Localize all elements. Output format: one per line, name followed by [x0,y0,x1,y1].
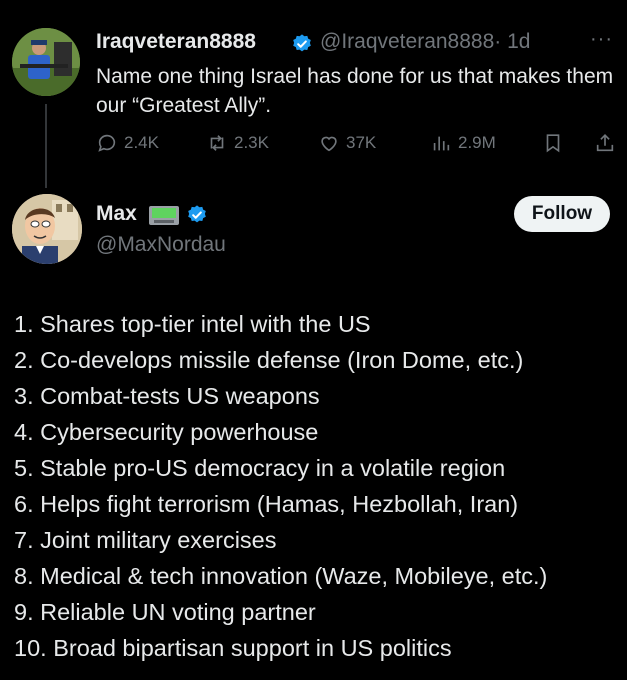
avatar-iraqveteran8888[interactable] [12,28,80,96]
parent-handle-and-time[interactable]: @Iraqveteran8888· 1d [320,30,530,54]
like-button[interactable]: 37K [318,132,376,154]
verified-badge-icon[interactable] [291,33,313,55]
repost-icon [210,135,224,151]
share-icon [596,134,614,152]
avatar-image [12,194,82,264]
reply-button[interactable]: 2.4K [96,132,159,154]
computer-icon [149,206,179,225]
reply-handle[interactable]: @MaxNordau [96,233,226,257]
heart-icon [321,136,337,152]
list-item: 6. Helps fight terrorism (Hamas, Hezboll… [14,491,519,517]
reply-tweet-list: 1. Shares top-tier intel with the US 2. … [14,306,622,666]
follow-button[interactable]: Follow [514,196,610,232]
views-count: 2.9M [458,133,496,152]
repost-button[interactable]: 2.3K [206,132,269,154]
list-item: 5. Stable pro-US democracy in a volatile… [14,455,506,481]
reply-display-name[interactable]: Max [96,202,137,226]
bookmark-button[interactable] [542,132,564,154]
repost-count: 2.3K [234,133,269,152]
list-item: 3. Combat-tests US weapons [14,383,320,409]
list-item: 4. Cybersecurity powerhouse [14,419,319,445]
list-item: 8. Medical & tech innovation (Waze, Mobi… [14,563,548,589]
reply-icon [98,134,116,152]
list-item: 2. Co-develops missile defense (Iron Dom… [14,347,524,373]
views-chart-icon [433,136,450,151]
list-item: 7. Joint military exercises [14,527,277,553]
avatar-image [12,28,80,96]
list-item: 1. Shares top-tier intel with the US [14,311,371,337]
like-count: 37K [346,133,377,152]
parent-handle[interactable]: @Iraqveteran8888 [320,30,494,53]
verified-badge-icon[interactable] [186,204,208,226]
more-horizontal-icon[interactable]: ··· [590,28,613,51]
views-button[interactable]: 2.9M [430,132,496,154]
parent-tweet-text: Name one thing Israel has done for us th… [96,65,614,117]
share-button[interactable] [594,132,616,154]
thread-connector-line [45,104,47,188]
list-item: 9. Reliable UN voting partner [14,599,316,625]
reply-count: 2.4K [124,133,159,152]
parent-action-bar: 2.4K 2.3K 37K 2.9M [96,132,616,160]
list-item: 10. Broad bipartisan support in US polit… [14,635,452,661]
avatar-maxnordau[interactable] [12,194,82,264]
parent-time[interactable]: · 1d [494,30,530,53]
parent-display-name[interactable]: Iraqveteran8888 [96,30,256,54]
bookmark-icon [546,134,560,153]
